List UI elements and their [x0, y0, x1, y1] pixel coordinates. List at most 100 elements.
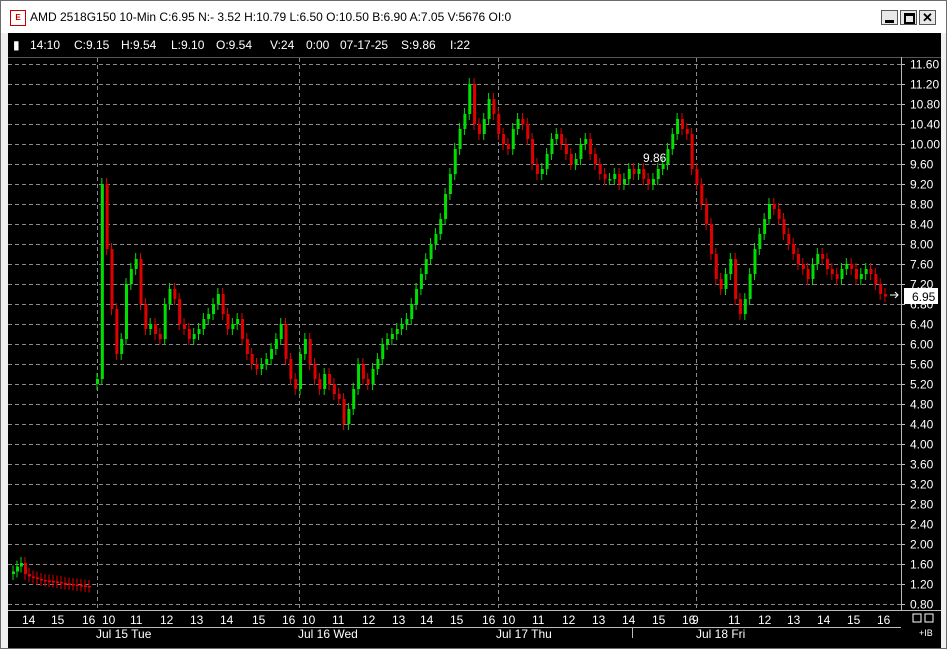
candle[interactable]: [473, 78, 477, 130]
candle[interactable]: [603, 168, 607, 185]
candle[interactable]: [719, 273, 723, 295]
candle[interactable]: [516, 113, 520, 135]
candle[interactable]: [279, 318, 283, 345]
candle[interactable]: [192, 328, 196, 345]
candle[interactable]: [690, 128, 694, 175]
candle[interactable]: [816, 248, 820, 270]
candle[interactable]: [371, 363, 375, 390]
candle[interactable]: [168, 283, 172, 310]
candle[interactable]: [709, 218, 713, 260]
candle[interactable]: [622, 173, 626, 190]
scale-box-icon[interactable]: [924, 613, 934, 623]
candle[interactable]: [187, 323, 191, 345]
minimize-button[interactable]: [881, 10, 898, 25]
candle[interactable]: [444, 188, 448, 225]
candle[interactable]: [835, 268, 839, 285]
candle[interactable]: [80, 579, 83, 592]
candle[interactable]: [405, 313, 409, 330]
candle[interactable]: [255, 358, 259, 375]
candle[interactable]: [618, 168, 622, 190]
candle[interactable]: [772, 198, 776, 215]
candle[interactable]: [24, 557, 27, 580]
title-bar[interactable]: E AMD 2518G150 10-Min C:6.95 N:- 3.52 H:…: [1, 1, 946, 33]
candle[interactable]: [390, 328, 394, 345]
candle[interactable]: [796, 248, 800, 270]
candle[interactable]: [656, 163, 660, 185]
candle[interactable]: [410, 298, 414, 325]
candle[interactable]: [458, 123, 462, 155]
candle[interactable]: [352, 383, 356, 415]
candle[interactable]: [497, 108, 501, 140]
candle[interactable]: [318, 373, 322, 395]
candle[interactable]: [589, 133, 593, 160]
candle[interactable]: [332, 378, 336, 400]
candle[interactable]: [830, 263, 834, 280]
candle[interactable]: [685, 123, 689, 140]
candle[interactable]: [120, 333, 124, 360]
candle[interactable]: [555, 128, 559, 145]
candle[interactable]: [874, 268, 878, 290]
candle[interactable]: [792, 238, 796, 260]
corner-ib-label[interactable]: +IB: [919, 628, 933, 638]
candle[interactable]: [632, 163, 636, 180]
candle[interactable]: [511, 123, 515, 155]
candle[interactable]: [40, 573, 43, 586]
candle[interactable]: [714, 248, 718, 285]
candle[interactable]: [468, 78, 472, 120]
candle[interactable]: [651, 173, 655, 190]
candle[interactable]: [415, 283, 419, 310]
candle[interactable]: [453, 143, 457, 180]
candle[interactable]: [671, 128, 675, 155]
candle[interactable]: [477, 118, 481, 140]
candle[interactable]: [260, 358, 264, 375]
candle[interactable]: [226, 308, 230, 335]
candle[interactable]: [144, 298, 148, 335]
maximize-button[interactable]: [900, 10, 917, 25]
candle[interactable]: [328, 368, 332, 390]
candle[interactable]: [56, 575, 59, 589]
candle[interactable]: [598, 158, 602, 180]
candle[interactable]: [593, 148, 597, 170]
candle[interactable]: [424, 253, 428, 280]
candle[interactable]: [748, 268, 752, 305]
candle[interactable]: [105, 178, 109, 255]
chart-canvas[interactable]: ▮ 14:10 C:9.15 H:9.54 L:9.10 O:9.54 V:24…: [8, 33, 941, 638]
candle[interactable]: [492, 93, 496, 120]
candle[interactable]: [76, 578, 79, 592]
candle[interactable]: [125, 278, 129, 345]
candle[interactable]: [879, 278, 883, 300]
candle[interactable]: [100, 178, 104, 385]
candle[interactable]: [734, 253, 738, 305]
close-button[interactable]: ✕: [919, 10, 936, 25]
candle[interactable]: [12, 565, 15, 581]
candle[interactable]: [864, 263, 868, 280]
candle[interactable]: [680, 113, 684, 135]
candle[interactable]: [743, 293, 747, 320]
candle[interactable]: [400, 318, 404, 335]
candle[interactable]: [884, 288, 887, 303]
candle[interactable]: [381, 338, 385, 365]
candle[interactable]: [289, 353, 293, 385]
candle[interactable]: [207, 308, 211, 325]
candle[interactable]: [724, 268, 728, 295]
candle[interactable]: [231, 318, 235, 335]
candle[interactable]: [347, 403, 351, 430]
candle[interactable]: [584, 133, 588, 150]
candle[interactable]: [357, 358, 361, 395]
candle[interactable]: [574, 153, 578, 170]
zoom-box-icon[interactable]: [912, 613, 922, 623]
candle[interactable]: [163, 298, 167, 345]
candle[interactable]: [212, 298, 216, 320]
candle[interactable]: [429, 238, 433, 265]
candle[interactable]: [376, 353, 380, 375]
candle[interactable]: [173, 283, 177, 305]
price-chart[interactable]: ▮ 14:10 C:9.15 H:9.54 L:9.10 O:9.54 V:24…: [8, 33, 941, 638]
candle[interactable]: [821, 248, 825, 265]
candle[interactable]: [197, 323, 201, 340]
candle[interactable]: [64, 577, 67, 590]
candle[interactable]: [482, 113, 486, 140]
candle[interactable]: [20, 557, 23, 573]
candle[interactable]: [183, 318, 187, 335]
candle[interactable]: [202, 313, 206, 335]
candle[interactable]: [564, 138, 568, 160]
